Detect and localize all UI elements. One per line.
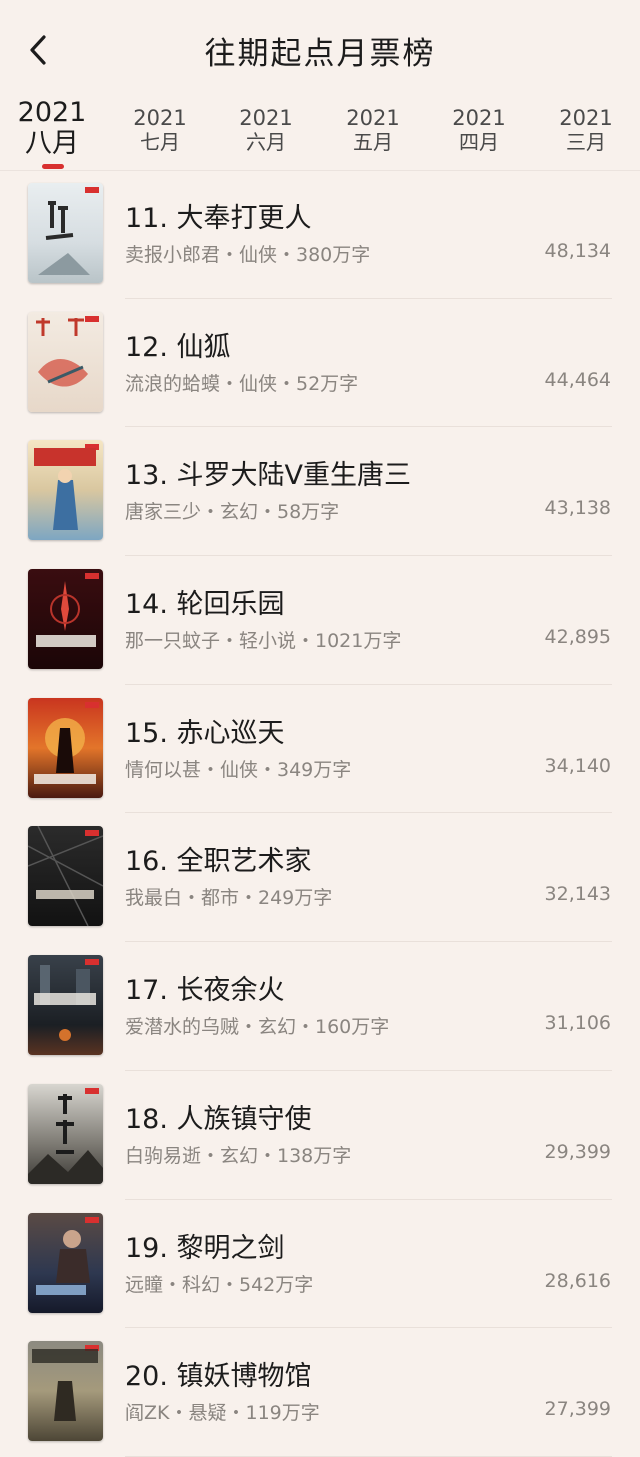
book-meta: 卖报小郎君・仙侠・380万字 [125, 244, 371, 266]
book-row[interactable]: 17. 长夜余火 爱潜水的乌贼・玄幻・160万字 31,106 [0, 942, 640, 1071]
book-cover [28, 569, 103, 670]
book-cover [28, 311, 103, 412]
tab-month: 八月 [25, 128, 79, 159]
book-title: 20. 镇妖博物馆 [125, 1361, 312, 1393]
book-meta: 那一只蚊子・轻小说・1021万字 [125, 630, 402, 653]
tab-month: 三月 [566, 130, 606, 154]
book-meta: 我最白・都市・249万字 [125, 887, 333, 910]
monthly-votes: 44,464 [544, 368, 611, 391]
tab-year: 2021 [452, 106, 506, 130]
book-row[interactable]: 19. 黎明之剑 远瞳・科幻・542万字 28,616 [0, 1200, 640, 1329]
book-meta: 唐家三少・玄幻・58万字 [125, 501, 340, 524]
monthly-votes: 29,399 [544, 1140, 611, 1163]
tab-month: 五月 [353, 130, 393, 154]
book-row[interactable]: 12. 仙狐 流浪的蛤蟆・仙侠・52万字 44,464 [0, 299, 640, 428]
book-title: 14. 轮回乐园 [125, 589, 285, 621]
month-tabs: 2021 八月 2021 七月 2021 六月 2021 五月 2021 四月 … [0, 96, 640, 170]
book-meta: 阎ZK・悬疑・119万字 [125, 1402, 320, 1425]
header: 往期起点月票榜 [0, 0, 640, 96]
tab-year: 2021 [346, 106, 400, 130]
book-meta: 情何以甚・仙侠・349万字 [125, 758, 352, 781]
book-title: 16. 全职艺术家 [125, 846, 312, 878]
monthly-votes: 27,399 [544, 1398, 611, 1421]
book-cover [28, 697, 103, 798]
book-cover [28, 183, 103, 283]
monthly-votes: 48,134 [544, 240, 611, 262]
book-cover [28, 955, 103, 1056]
tab-2021-april[interactable]: 2021 四月 [427, 96, 531, 170]
book-cover [28, 440, 103, 541]
book-meta: 爱潜水的乌贼・玄幻・160万字 [125, 1016, 390, 1039]
book-title: 12. 仙狐 [125, 331, 231, 363]
tab-2021-march[interactable]: 2021 三月 [534, 96, 638, 170]
book-row[interactable]: 15. 赤心巡天 情何以甚・仙侠・349万字 34,140 [0, 685, 640, 814]
book-row[interactable]: 13. 斗罗大陆V重生唐三 唐家三少・玄幻・58万字 43,138 [0, 427, 640, 557]
page-title: 往期起点月票榜 [204, 36, 436, 72]
monthly-votes: 34,140 [544, 754, 611, 777]
tab-year: 2021 [239, 106, 293, 130]
book-cover [28, 1341, 103, 1442]
monthly-votes: 28,616 [544, 1269, 611, 1292]
tab-year: 2021 [559, 106, 613, 130]
book-title: 19. 黎明之剑 [125, 1232, 285, 1264]
tab-month: 六月 [246, 130, 286, 154]
book-title: 17. 长夜余火 [125, 975, 285, 1007]
book-row[interactable]: 11. 大奉打更人 卖报小郎君・仙侠・380万字 48,134 [0, 170, 640, 299]
tab-month: 七月 [140, 130, 180, 154]
book-row[interactable]: 18. 人族镇守使 白驹易逝・玄幻・138万字 29,399 [0, 1071, 640, 1200]
book-title: 13. 斗罗大陆V重生唐三 [125, 460, 411, 492]
tab-month: 四月 [459, 130, 499, 154]
book-row[interactable]: 14. 轮回乐园 那一只蚊子・轻小说・1021万字 42,895 [0, 556, 640, 685]
tab-2021-july[interactable]: 2021 七月 [108, 96, 212, 170]
book-cover [28, 826, 103, 927]
tab-2021-may[interactable]: 2021 五月 [321, 96, 425, 170]
tab-2021-august[interactable]: 2021 八月 [0, 96, 104, 170]
monthly-votes: 32,143 [544, 883, 611, 906]
monthly-votes: 42,895 [544, 626, 611, 649]
book-row[interactable]: 16. 全职艺术家 我最白・都市・249万字 32,143 [0, 813, 640, 943]
active-tab-indicator [42, 164, 64, 169]
book-meta: 流浪的蛤蟆・仙侠・52万字 [125, 372, 359, 395]
book-meta: 白驹易逝・玄幻・138万字 [125, 1144, 352, 1167]
book-row[interactable]: 20. 镇妖博物馆 阎ZK・悬疑・119万字 27,399 [0, 1328, 640, 1457]
tab-year: 2021 [17, 97, 87, 128]
book-cover [28, 1212, 103, 1313]
monthly-votes: 31,106 [544, 1012, 611, 1035]
book-cover [28, 1083, 103, 1184]
book-title: 15. 赤心巡天 [125, 717, 285, 749]
book-meta: 远瞳・科幻・542万字 [125, 1273, 314, 1296]
book-title: 18. 人族镇守使 [125, 1103, 312, 1135]
tab-year: 2021 [133, 106, 187, 130]
ranking-list: 11. 大奉打更人 卖报小郎君・仙侠・380万字 48,134 12. 仙狐 流… [0, 170, 640, 1457]
tab-2021-june[interactable]: 2021 六月 [214, 96, 318, 170]
monthly-votes: 43,138 [544, 497, 611, 520]
book-title: 11. 大奉打更人 [125, 203, 312, 234]
